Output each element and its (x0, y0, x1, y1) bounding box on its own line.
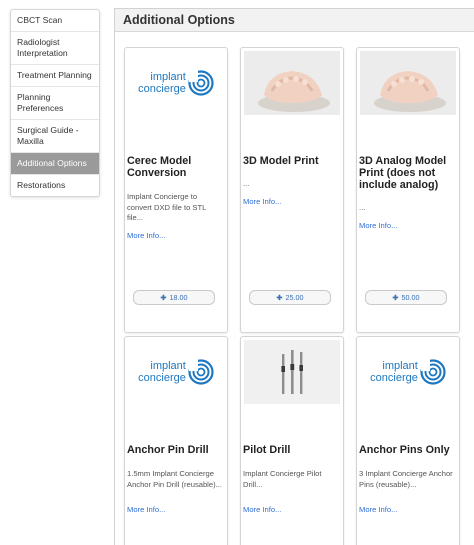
implant-concierge-logo: implant concierge (360, 340, 456, 404)
plus-icon: ✚ (276, 293, 283, 302)
product-card-3d-model-print[interactable]: 3D Model Print ... More Info... ✚ 25.00 (240, 47, 344, 333)
card-title: Cerec Model Conversion (127, 155, 192, 179)
logo-text-line1: implant (150, 71, 186, 83)
card-title: Anchor Pin Drill (127, 444, 209, 456)
card-title: 3D Model Print (243, 155, 319, 167)
add-button[interactable]: ✚ 50.00 (365, 290, 447, 305)
sidebar-item-surgical-guide-maxilla[interactable]: Surgical Guide - Maxilla (11, 120, 99, 153)
more-info-link[interactable]: More Info... (243, 505, 281, 514)
plus-icon: ✚ (392, 293, 399, 302)
product-card-anchor-pin-drill[interactable]: implant concierge Anchor Pin Drill 1.5mm … (124, 336, 228, 545)
concierge-swirl-icon (188, 70, 214, 96)
pilot-drills-photo (244, 340, 340, 404)
logo-text-line2: concierge (370, 372, 418, 384)
product-card-pilot-drill[interactable]: Pilot Drill Implant Concierge Pilot Dril… (240, 336, 344, 545)
logo-text-line1: implant (382, 360, 418, 372)
implant-concierge-logo: implant concierge (128, 51, 224, 115)
implant-concierge-logo: implant concierge (128, 340, 224, 404)
dental-model-photo (244, 51, 340, 115)
card-description: Implant Concierge to convert DXD file to… (127, 192, 207, 222)
product-card-anchor-pins-only[interactable]: implant concierge Anchor Pins Only 3 Impl… (356, 336, 460, 545)
add-button[interactable]: ✚ 25.00 (249, 290, 331, 305)
card-description: Implant Concierge Pilot Drill... (243, 469, 322, 489)
card-title: Pilot Drill (243, 444, 291, 456)
price-label: 25.00 (285, 293, 304, 302)
more-info-link[interactable]: More Info... (127, 505, 165, 514)
logo-text-line2: concierge (138, 83, 186, 95)
product-card-cerec-model-conversion[interactable]: implant concierge Cerec Model Conversion … (124, 47, 228, 333)
panel-title: Additional Options (115, 9, 474, 32)
sidebar-item-radiologist-interpretation[interactable]: Radiologist Interpretation (11, 32, 99, 65)
card-description: ... (243, 179, 250, 188)
add-button[interactable]: ✚ 18.00 (133, 290, 215, 305)
dental-model-photo (360, 51, 456, 115)
card-description: 1.5mm Implant Concierge Anchor Pin Drill… (127, 469, 222, 489)
additional-options-panel: Additional Options implant concierge Cere… (114, 8, 474, 545)
price-label: 18.00 (169, 293, 188, 302)
more-info-link[interactable]: More Info... (359, 505, 397, 514)
sidebar-item-restorations[interactable]: Restorations (11, 175, 99, 196)
logo-text-line1: implant (150, 360, 186, 372)
plus-icon: ✚ (160, 293, 167, 302)
sidebar-item-additional-options[interactable]: Additional Options (11, 153, 99, 175)
price-label: 50.00 (401, 293, 420, 302)
card-description: 3 Implant Concierge Anchor Pins (reusabl… (359, 469, 453, 489)
more-info-link[interactable]: More Info... (243, 197, 281, 206)
more-info-link[interactable]: More Info... (359, 221, 397, 230)
card-title: Anchor Pins Only (359, 444, 450, 456)
concierge-swirl-icon (188, 359, 214, 385)
product-card-3d-analog-model-print[interactable]: 3D Analog Model Print (does not include … (356, 47, 460, 333)
logo-text-line2: concierge (138, 372, 186, 384)
card-title: 3D Analog Model Print (does not include … (359, 155, 447, 191)
more-info-link[interactable]: More Info... (127, 231, 165, 240)
sidebar-item-planning-preferences[interactable]: Planning Preferences (11, 87, 99, 120)
card-description: ... (359, 203, 366, 212)
sidebar-item-cbct-scan[interactable]: CBCT Scan (11, 10, 99, 32)
sidebar-item-treatment-planning[interactable]: Treatment Planning (11, 65, 99, 87)
concierge-swirl-icon (420, 359, 446, 385)
sidebar-nav: CBCT Scan Radiologist Interpretation Tre… (10, 9, 100, 197)
